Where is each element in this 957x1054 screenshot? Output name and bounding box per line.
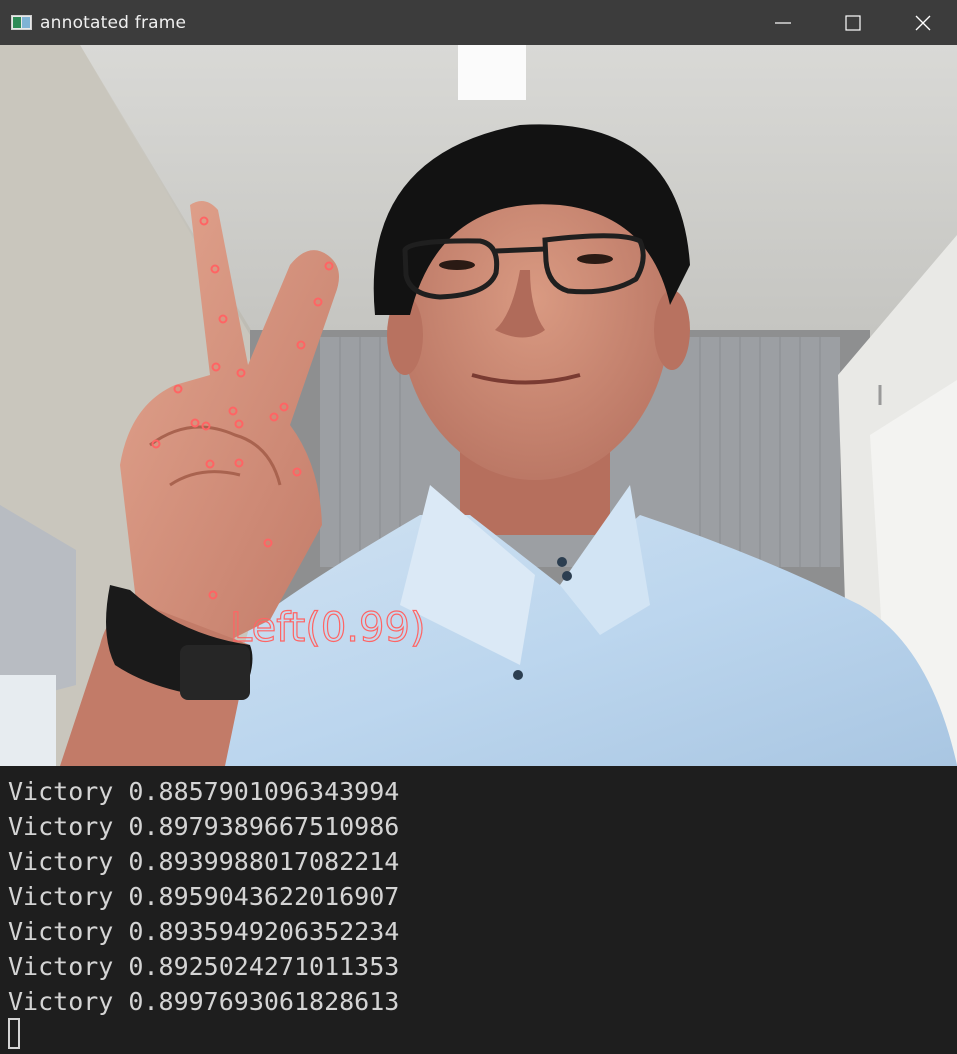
hand-label: Left(0.99) xyxy=(230,605,426,651)
window-title: annotated frame xyxy=(40,12,187,33)
window-title-bar[interactable]: annotated frame xyxy=(0,0,957,45)
annotated-camera-frame: Left(0.99) xyxy=(0,45,957,766)
console-line: Victory 0.8979389667510986 xyxy=(8,812,400,841)
console-line: Victory 0.8935949206352234 xyxy=(8,917,400,946)
close-icon xyxy=(915,15,931,30)
close-button[interactable] xyxy=(888,0,957,45)
block-cursor xyxy=(8,1018,20,1049)
minimize-button[interactable] xyxy=(748,0,818,45)
minimize-icon xyxy=(775,21,791,24)
maximize-icon xyxy=(845,14,861,31)
camera-image: Left(0.99) xyxy=(0,45,957,766)
console-line: Victory 0.8959043622016907 xyxy=(8,882,400,911)
console-line: Victory 0.8997693061828613 xyxy=(8,987,400,1016)
maximize-button[interactable] xyxy=(818,0,888,45)
console-output[interactable]: Victory 0.8857901096343994 Victory 0.897… xyxy=(0,766,957,1054)
console-line: Victory 0.8939988017082214 xyxy=(8,847,400,876)
app-window-icon xyxy=(11,15,32,30)
console-line: Victory 0.8857901096343994 xyxy=(8,777,400,806)
console-line: Victory 0.8925024271011353 xyxy=(8,952,400,981)
